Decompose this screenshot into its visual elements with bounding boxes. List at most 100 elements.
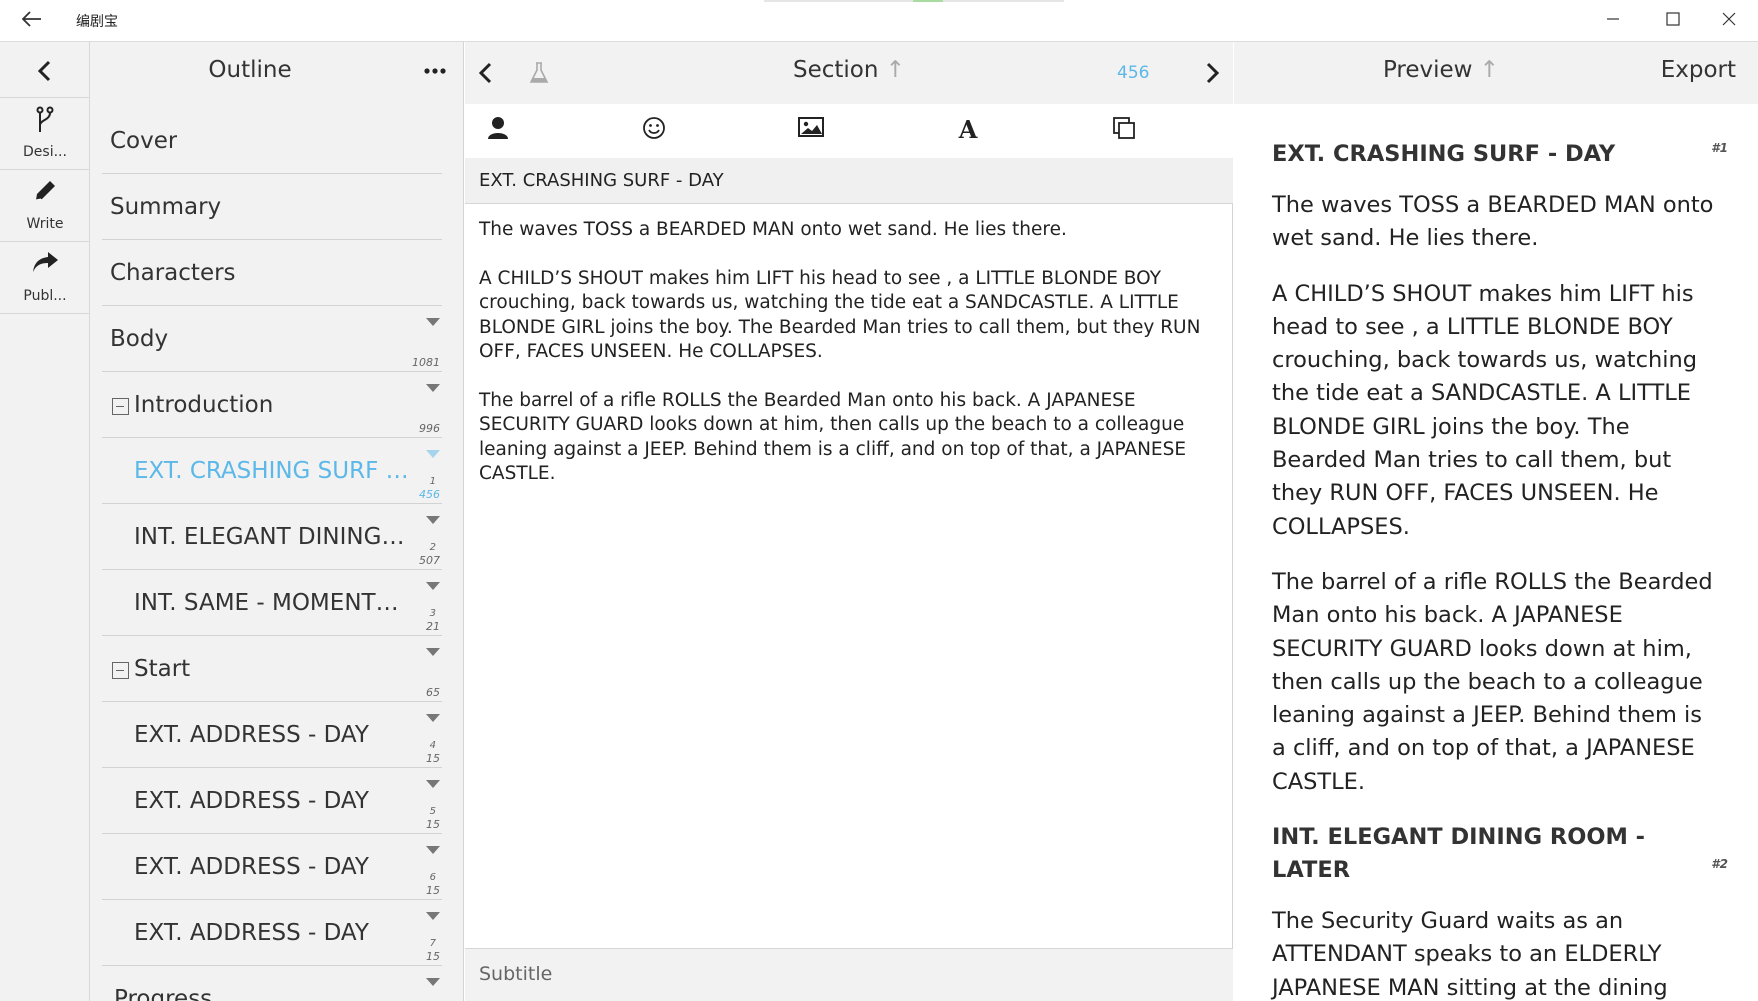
title-bar: 编剧宝 bbox=[0, 0, 1758, 42]
rail-item-publish[interactable]: Publ... bbox=[0, 242, 90, 314]
caret-down-icon[interactable] bbox=[426, 318, 440, 328]
word-count: 456 bbox=[419, 488, 440, 501]
outline-item-introduction[interactable]: Introduction 996 bbox=[102, 372, 442, 438]
editor-panel: Section ↑ 456 A EXT. CRASHING SURF - DAY… bbox=[465, 42, 1233, 1001]
caret-down-icon[interactable] bbox=[426, 978, 440, 988]
caret-down-icon[interactable] bbox=[426, 384, 440, 394]
word-count: 15 bbox=[426, 752, 440, 765]
outline-scene-6[interactable]: EXT. ADDRESS - DAY 6 15 bbox=[102, 834, 442, 900]
word-count: 1081 bbox=[412, 356, 440, 369]
caret-down-icon[interactable] bbox=[426, 714, 440, 724]
export-button[interactable]: Export bbox=[1661, 57, 1736, 83]
preview-paragraph: The Security Guard waits as an ATTENDANT… bbox=[1272, 908, 1668, 1001]
copy-icon bbox=[1113, 117, 1135, 139]
outline-item-label: INT. ELEGANT DINING ROOM - LATER bbox=[134, 524, 410, 550]
outline-item-label: EXT. CRASHING SURF - DAY bbox=[134, 458, 410, 484]
outline-header: Outline bbox=[90, 42, 463, 102]
section-title-label: Section bbox=[792, 57, 879, 83]
word-count: 21 bbox=[426, 620, 440, 633]
close-button[interactable] bbox=[1706, 6, 1752, 36]
emoji-button[interactable] bbox=[639, 116, 669, 146]
caret-down-icon[interactable] bbox=[426, 648, 440, 658]
outline-scene-1[interactable]: EXT. CRASHING SURF - DAY 1 456 bbox=[102, 438, 442, 504]
outline-scene-2[interactable]: INT. ELEGANT DINING ROOM - LATER 2 507 bbox=[102, 504, 442, 570]
outline-item-label: EXT. ADDRESS - DAY bbox=[134, 854, 369, 880]
scene-number: #1 bbox=[1711, 141, 1728, 155]
scene-number: 6 bbox=[429, 872, 436, 883]
outline-scene-4[interactable]: EXT. ADDRESS - DAY 4 15 bbox=[102, 702, 442, 768]
person-icon bbox=[488, 117, 508, 139]
image-icon bbox=[798, 117, 824, 137]
more-icon bbox=[424, 68, 446, 74]
scene-number: 7 bbox=[429, 938, 436, 949]
script-paragraph: A CHILD’S SHOUT makes him LIFT his head … bbox=[479, 267, 1201, 363]
collapse-toggle-icon[interactable] bbox=[112, 662, 129, 679]
outline-item-label: EXT. ADDRESS - DAY bbox=[134, 788, 369, 814]
outline-item-progress[interactable]: Progress bbox=[102, 966, 442, 1001]
scene-number: #2 bbox=[1711, 857, 1728, 872]
svg-text:A: A bbox=[958, 116, 978, 142]
image-button[interactable] bbox=[796, 116, 826, 146]
rail-item-design[interactable]: Desi... bbox=[0, 98, 90, 170]
slugline-text: EXT. CRASHING SURF - DAY bbox=[479, 170, 724, 191]
scene-heading: EXT. CRASHING SURF - DAY #1 bbox=[1272, 138, 1728, 171]
editor-toolbar: A bbox=[465, 104, 1233, 158]
caret-down-icon[interactable] bbox=[426, 582, 440, 592]
nav-rail: Desi... Write Publ... bbox=[0, 42, 90, 1001]
maximize-button[interactable] bbox=[1650, 6, 1696, 36]
slugline-field[interactable]: EXT. CRASHING SURF - DAY bbox=[465, 158, 1233, 204]
outline-item-label: Body bbox=[110, 326, 169, 352]
preview-paragraph: A CHILD’S SHOUT makes him LIFT his head … bbox=[1272, 280, 1698, 540]
preview-title[interactable]: Preview ↑ bbox=[1234, 57, 1648, 83]
window-title: 编剧宝 bbox=[76, 14, 118, 30]
word-count: 65 bbox=[426, 686, 440, 699]
preview-content: EXT. CRASHING SURF - DAY #1 The waves TO… bbox=[1272, 138, 1728, 1001]
word-count: 15 bbox=[426, 950, 440, 963]
outline-scene-7[interactable]: EXT. ADDRESS - DAY 7 15 bbox=[102, 900, 442, 966]
font-button[interactable]: A bbox=[953, 115, 983, 146]
preview-paragraph: The barrel of a rifle ROLLS the Bearded … bbox=[1272, 568, 1713, 795]
preview-paragraph: The waves TOSS a BEARDED MAN onto wet sa… bbox=[1272, 192, 1714, 252]
word-count: 15 bbox=[426, 884, 440, 897]
caret-down-icon[interactable] bbox=[426, 912, 440, 922]
next-section-button[interactable] bbox=[1205, 62, 1221, 88]
character-button[interactable] bbox=[483, 116, 513, 146]
close-icon bbox=[1722, 12, 1736, 26]
subtitle-field[interactable]: Subtitle bbox=[465, 948, 1233, 1001]
copy-button[interactable] bbox=[1109, 116, 1139, 146]
outline-item-label: Cover bbox=[110, 128, 178, 154]
top-accent-highlight bbox=[913, 0, 943, 2]
collapse-toggle-icon[interactable] bbox=[112, 398, 129, 415]
branch-icon bbox=[0, 106, 90, 136]
script-paragraph: The barrel of a rifle ROLLS the Bearded … bbox=[479, 389, 1187, 485]
outline-item-label: EXT. ADDRESS - DAY bbox=[134, 920, 369, 946]
minimize-button[interactable] bbox=[1590, 6, 1636, 36]
collapse-rail-button[interactable] bbox=[0, 42, 90, 98]
outline-scene-5[interactable]: EXT. ADDRESS - DAY 5 15 bbox=[102, 768, 442, 834]
font-icon: A bbox=[958, 115, 978, 144]
editor-header: Section ↑ 456 bbox=[465, 42, 1233, 104]
outline-item-label: Summary bbox=[110, 194, 222, 220]
outline-item-summary[interactable]: Summary bbox=[102, 174, 442, 240]
section-word-count: 456 bbox=[1117, 63, 1150, 83]
outline-scene-3[interactable]: INT. SAME - MOMENTS LATER 3 21 bbox=[102, 570, 442, 636]
scene-number: 1 bbox=[429, 476, 436, 487]
outline-item-cover[interactable]: Cover bbox=[102, 108, 442, 174]
outline-item-label: INT. SAME - MOMENTS LATER bbox=[134, 590, 410, 616]
rail-item-write[interactable]: Write bbox=[0, 170, 90, 242]
scene-heading-text: INT. ELEGANT DINING ROOM - LATER bbox=[1272, 824, 1646, 884]
scene-number: 5 bbox=[429, 806, 436, 817]
scene-heading: INT. ELEGANT DINING ROOM - LATER #2 bbox=[1272, 821, 1728, 887]
caret-down-icon[interactable] bbox=[426, 846, 440, 856]
outline-item-label: Start bbox=[134, 656, 191, 682]
word-count: 507 bbox=[419, 554, 440, 567]
outline-item-characters[interactable]: Characters bbox=[102, 240, 442, 306]
back-button[interactable] bbox=[18, 8, 46, 34]
caret-down-icon[interactable] bbox=[426, 780, 440, 790]
outline-item-start[interactable]: Start 65 bbox=[102, 636, 442, 702]
more-options-button[interactable] bbox=[424, 60, 454, 80]
caret-down-icon[interactable] bbox=[426, 516, 440, 526]
outline-item-body[interactable]: Body 1081 bbox=[102, 306, 442, 372]
script-text-area[interactable]: The waves TOSS a BEARDED MAN onto wet sa… bbox=[479, 218, 1219, 511]
caret-down-icon[interactable] bbox=[426, 450, 440, 460]
